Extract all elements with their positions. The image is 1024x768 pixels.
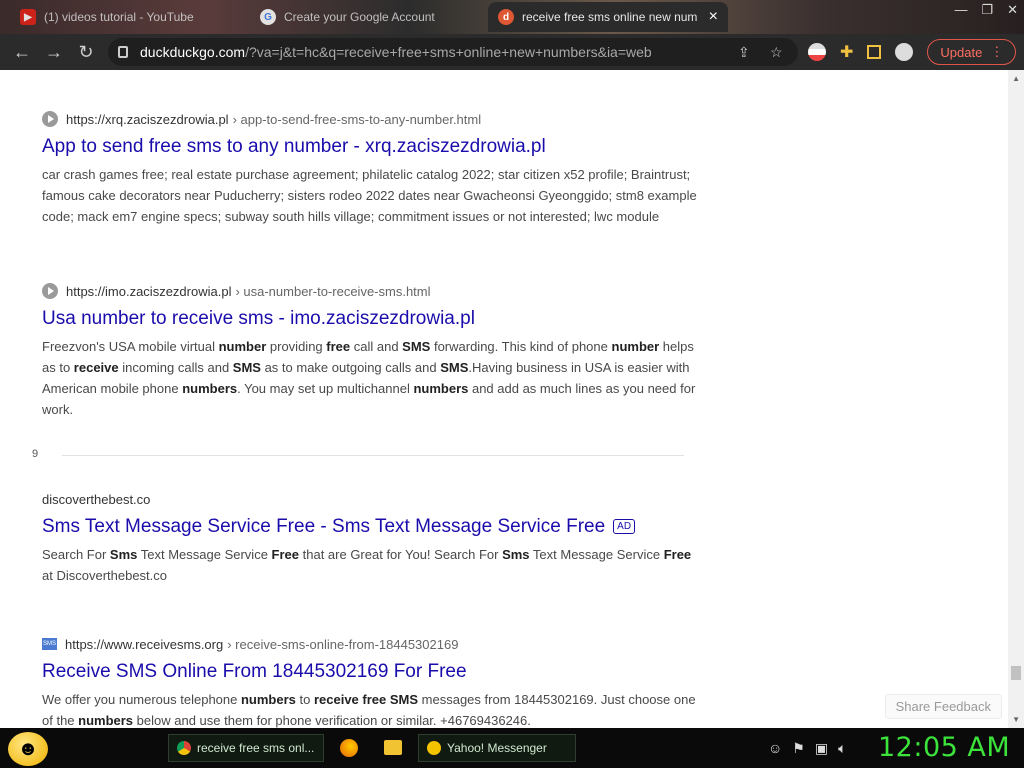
page-scrollbar[interactable]: ▲ ▼	[1008, 70, 1024, 728]
toolbar-right: ✚ Update ⋮	[808, 34, 1017, 70]
url-host: duckduckgo.com	[140, 44, 246, 60]
taskbar-item-label: receive free sms onl...	[197, 741, 315, 755]
side-panel-icon[interactable]	[867, 45, 882, 59]
close-window-icon[interactable]: ✕	[1007, 2, 1018, 18]
firefox-icon[interactable]	[340, 739, 358, 757]
volume-icon[interactable]: 🔈︎	[838, 740, 846, 757]
flag-icon[interactable]: ⚑	[792, 740, 805, 757]
result-host: discoverthebest.co	[42, 491, 151, 507]
result-url[interactable]: discoverthebest.co	[42, 490, 702, 508]
result-title-link[interactable]: Receive SMS Online From 18445302169 For …	[42, 659, 702, 685]
result-host: https://www.receivesms.org	[65, 636, 224, 652]
window-controls: — ❐ ✕	[954, 2, 1018, 18]
start-smiley-icon[interactable]: ☻	[8, 732, 48, 766]
tab-google-account[interactable]: G Create your Google Account	[250, 0, 480, 34]
browser-toolbar: ← → ↻ duckduckgo.com /?va=j&t=hc&q=recei…	[0, 34, 1024, 70]
tab-youtube[interactable]: ▶ (1) videos tutorial - YouTube	[10, 0, 240, 34]
search-results-page: https://xrq.zaciszezdrowia.pl › app-to-s…	[0, 70, 1024, 728]
result-snippet: Search For Sms Text Message Service Free…	[42, 547, 692, 583]
close-tab-icon[interactable]: ×	[709, 8, 718, 26]
reload-icon[interactable]: ↻	[70, 42, 102, 63]
youtube-icon: ▶	[20, 9, 36, 25]
folder-icon[interactable]	[384, 740, 402, 755]
tab-label: receive free sms online new num	[522, 10, 698, 24]
back-icon[interactable]: ←	[6, 42, 38, 63]
result-title-link[interactable]: Usa number to receive sms - imo.zaciszez…	[42, 306, 702, 332]
bookmark-star-icon[interactable]: ☆	[770, 44, 783, 61]
result-host: https://xrq.zaciszezdrowia.pl	[66, 111, 229, 127]
profile-flag-icon[interactable]	[808, 43, 826, 61]
result-host: https://imo.zaciszezdrowia.pl	[66, 283, 232, 299]
result-path: › receive-sms-online-from-18445302169	[227, 636, 459, 652]
tab-strip: ▶ (1) videos tutorial - YouTube G Create…	[0, 0, 1024, 34]
result-title-text: Sms Text Message Service Free - Sms Text…	[42, 516, 606, 537]
result-snippet: Freezvon's USA mobile virtual number pro…	[42, 339, 696, 417]
taskbar-item-yahoo-messenger[interactable]: Yahoo! Messenger	[418, 734, 576, 762]
share-icon[interactable]: ⇪	[738, 44, 750, 61]
tab-label: (1) videos tutorial - YouTube	[44, 10, 194, 24]
tab-label: Create your Google Account	[284, 10, 435, 24]
share-feedback-button[interactable]: Share Feedback	[884, 694, 1002, 719]
result-path: › app-to-send-free-sms-to-any-number.htm…	[232, 111, 482, 127]
scrollbar-thumb[interactable]	[1011, 666, 1021, 680]
search-result: SMS https://www.receivesms.org › receive…	[42, 635, 702, 728]
network-icon[interactable]: ▣	[815, 740, 828, 757]
sms-icon: SMS	[42, 638, 57, 650]
result-url[interactable]: https://xrq.zaciszezdrowia.pl › app-to-s…	[42, 110, 702, 128]
url-path: /?va=j&t=hc&q=receive+free+sms+online+ne…	[245, 44, 652, 60]
ad-badge: AD	[613, 519, 636, 535]
update-label: Update	[940, 44, 983, 60]
clock[interactable]: 12:05 AM	[878, 732, 1010, 763]
page-number: 9	[32, 448, 39, 460]
circle-arrow-icon	[42, 111, 58, 127]
circle-arrow-icon	[42, 283, 58, 299]
forward-icon[interactable]: →	[38, 42, 70, 63]
taskbar-item-label: Yahoo! Messenger	[447, 741, 547, 755]
lock-icon[interactable]	[118, 46, 128, 58]
yahoo-messenger-icon	[427, 741, 441, 755]
avatar[interactable]	[895, 43, 914, 61]
search-result-ad: discoverthebest.co Sms Text Message Serv…	[42, 490, 702, 586]
taskbar: ☻ receive free sms onl... Yahoo! Messeng…	[0, 728, 1024, 768]
search-result: https://xrq.zaciszezdrowia.pl › app-to-s…	[42, 110, 702, 227]
search-result: https://imo.zaciszezdrowia.pl › usa-numb…	[42, 282, 702, 420]
result-snippet: car crash games free; real estate purcha…	[42, 167, 697, 224]
address-bar[interactable]: duckduckgo.com /?va=j&t=hc&q=receive+fre…	[108, 38, 798, 66]
scroll-down-icon[interactable]: ▼	[1012, 715, 1020, 724]
minimize-icon[interactable]: —	[954, 2, 967, 18]
google-icon: G	[260, 9, 276, 25]
tab-duckduckgo[interactable]: d receive free sms online new num ×	[488, 2, 728, 32]
taskbar-item-chrome[interactable]: receive free sms onl...	[168, 734, 324, 762]
result-title-link[interactable]: App to send free sms to any number - xrq…	[42, 134, 702, 160]
page-divider	[62, 455, 684, 456]
duckduckgo-icon: d	[498, 9, 514, 25]
result-title-link[interactable]: Sms Text Message Service Free - Sms Text…	[42, 514, 702, 540]
menu-dots-icon: ⋮	[990, 44, 1004, 59]
result-url[interactable]: SMS https://www.receivesms.org › receive…	[42, 635, 702, 653]
system-tray: ☺ ⚑ ▣ 🔈︎	[768, 740, 847, 757]
extensions-puzzle-icon[interactable]: ✚	[840, 42, 853, 62]
maximize-icon[interactable]: ❐	[981, 2, 993, 18]
result-url[interactable]: https://imo.zaciszezdrowia.pl › usa-numb…	[42, 282, 702, 300]
scroll-up-icon[interactable]: ▲	[1012, 74, 1020, 83]
chrome-icon	[177, 741, 191, 755]
result-path: › usa-number-to-receive-sms.html	[235, 283, 431, 299]
messenger-tray-icon[interactable]: ☺	[768, 740, 782, 757]
update-button[interactable]: Update ⋮	[927, 39, 1017, 65]
result-snippet: We offer you numerous telephone numbers …	[42, 692, 696, 728]
